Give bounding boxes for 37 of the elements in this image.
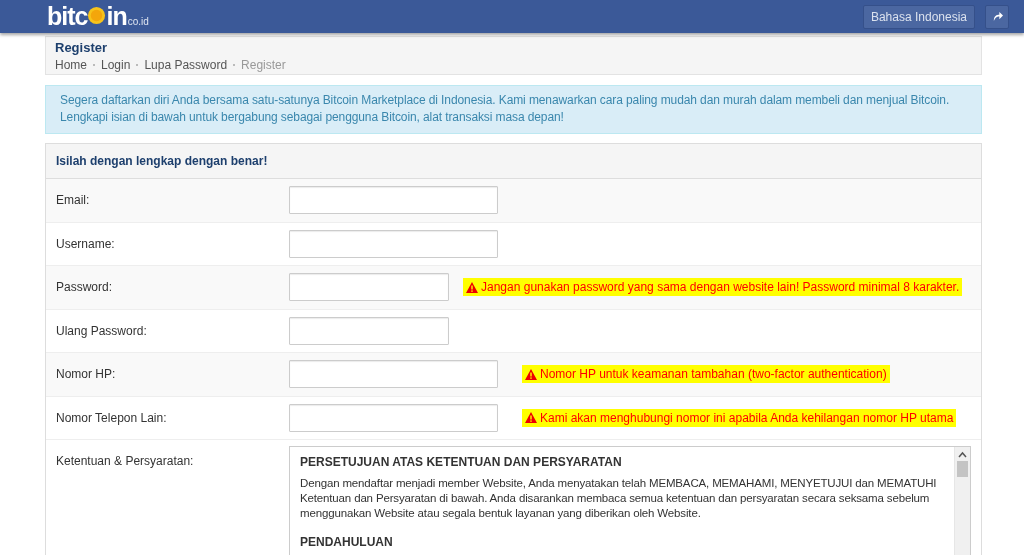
- input-field[interactable]: [289, 229, 498, 258]
- info-message: Segera daftarkan diri Anda bersama satu-satunya Bitcoin Marketplace di Indonesia. Kami menawarkan cara paling mudah dan murah dalam membeli dan menjual Bitcoin. Lengkapi isian di bawah untuk bergabung sebagai pengguna Bitcoin, alat transaksi masa depan!: [45, 85, 982, 134]
- warning-icon: [466, 281, 478, 293]
- breadcrumb-link[interactable]: Home: [55, 57, 87, 73]
- warning-icon: [525, 412, 537, 424]
- terms-paragraph: Dengan mendaftar menjadi member Website, Anda menyatakan telah MEMBACA, MEMAHAMI, MENYETUJUI dan MEMATUHI Ketentuan dan Persyaratan di bawah. Anda disarankan membaca semua ketentuan dan persyaratan secara seksama sebelum menggunakan Website atau segala bentuk layanan yang diberikan oleh Website.: [300, 476, 938, 521]
- field-label: Ulang Password:: [55, 323, 148, 338]
- curved-arrow-icon: [991, 11, 1003, 22]
- page-title: Register: [55, 40, 109, 56]
- current-page-label: Register: [241, 57, 286, 73]
- input-field[interactable]: [289, 273, 449, 302]
- warning-icon: [525, 368, 537, 380]
- share-button[interactable]: [985, 4, 1009, 29]
- form-heading: Isilah dengan lengkap dengan benar!: [46, 144, 981, 179]
- input-field[interactable]: [289, 186, 498, 215]
- terms-heading: PENDAHULUAN: [300, 535, 394, 549]
- input-field[interactable]: [289, 316, 449, 345]
- breadcrumb-link[interactable]: Login: [101, 57, 131, 73]
- terms-heading: PERSETUJUAN ATAS KETENTUAN DAN PERSYARATAN: [300, 455, 623, 469]
- field-label: Nomor HP:: [55, 367, 117, 382]
- field-label: Username:: [55, 236, 116, 251]
- terms-box[interactable]: [289, 446, 971, 555]
- input-field[interactable]: [289, 360, 498, 389]
- field-label: Ketentuan & Persyaratan:: [55, 453, 195, 468]
- scroll-thumb[interactable]: [957, 461, 968, 477]
- warning-message: Kami akan menghubungi nomor ini apabila Anda kehilangan nomor HP utama: [522, 408, 957, 427]
- scroll-up-icon: [958, 451, 967, 459]
- warning-message: Nomor HP untuk keamanan tambahan (two-factor authentication): [522, 365, 890, 384]
- logo[interactable]: bitc inco.id: [47, 4, 149, 29]
- scrollbar[interactable]: [954, 447, 970, 555]
- language-button[interactable]: Bahasa Indonesia: [862, 4, 975, 29]
- breadcrumb-link[interactable]: Lupa Password: [144, 57, 228, 73]
- warning-message: Jangan gunakan password yang sama dengan website lain! Password minimal 8 karakter.: [463, 278, 963, 297]
- input-field[interactable]: [289, 403, 498, 432]
- field-label: Email:: [55, 193, 91, 208]
- field-label: Nomor Telepon Lain:: [55, 410, 168, 425]
- field-label: Password:: [55, 280, 114, 295]
